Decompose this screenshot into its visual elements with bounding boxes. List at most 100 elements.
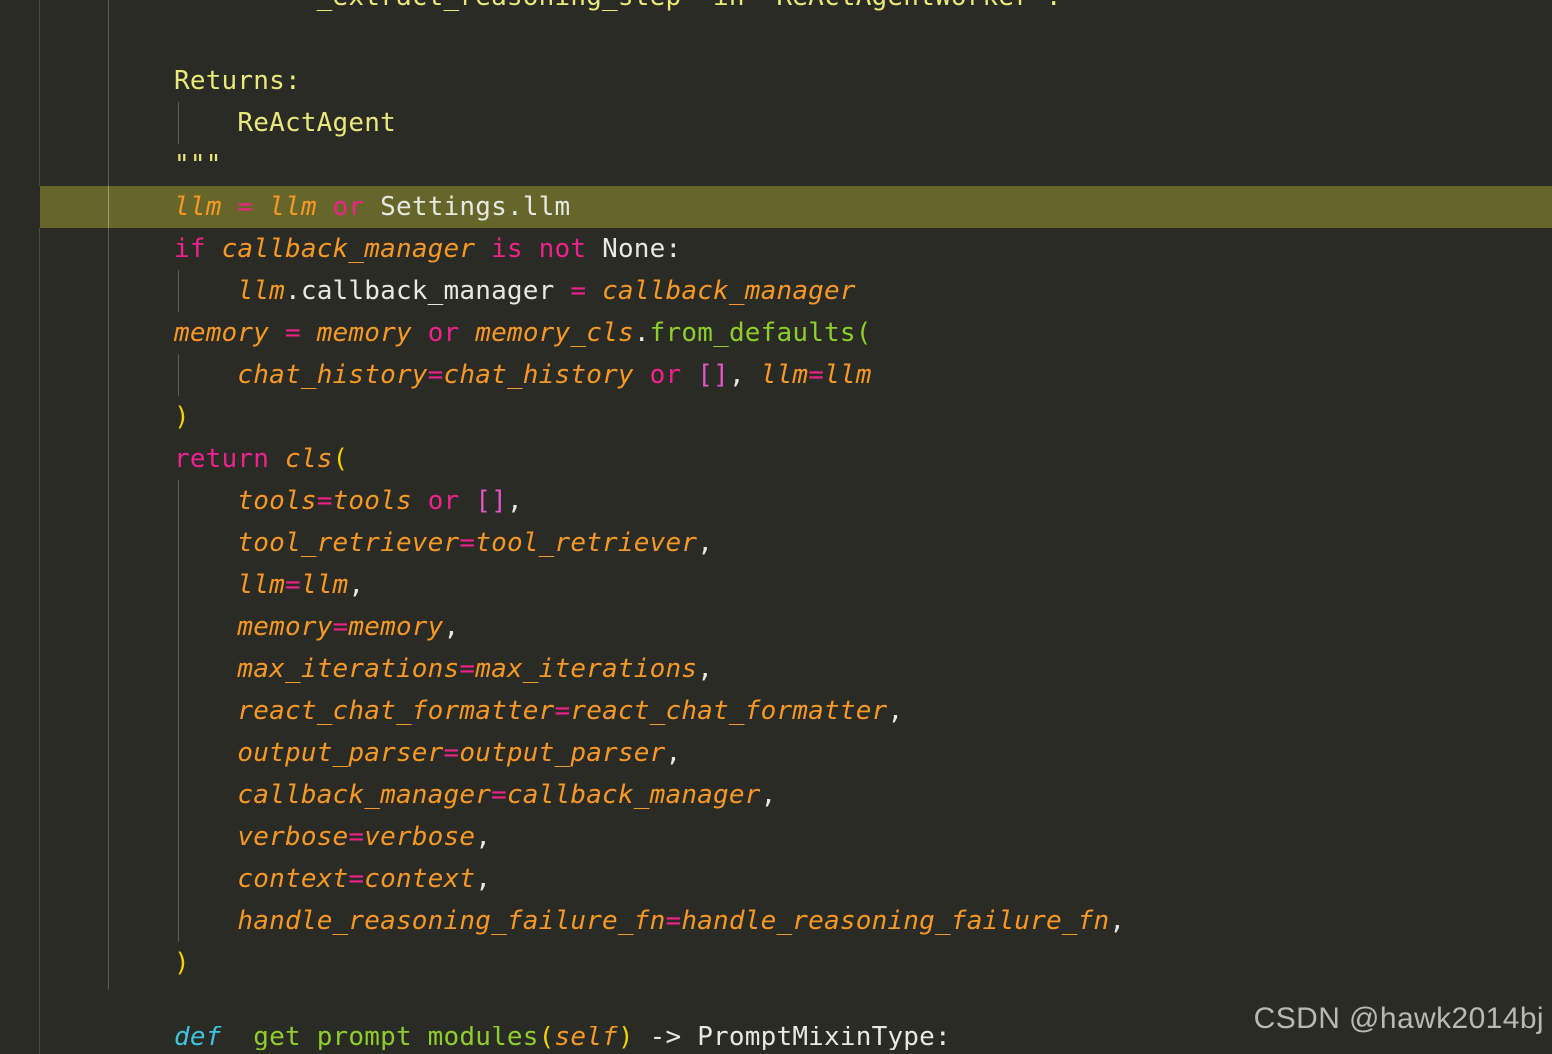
- code-line[interactable]: `_extract_reasoning_step` in `ReActAgent…: [0, 0, 1552, 18]
- code-token-kw: or: [332, 192, 365, 222]
- code-token-pun: [269, 318, 285, 348]
- code-token-pun: [174, 654, 237, 684]
- code-token-pun: [253, 192, 269, 222]
- watermark-text: CSDN @hawk2014bj: [1253, 1002, 1544, 1035]
- code-token-kw: or: [649, 360, 682, 390]
- code-token-eq: =: [491, 780, 507, 810]
- code-line[interactable]: """: [0, 144, 1552, 186]
- code-line[interactable]: callback_manager=callback_manager,: [0, 774, 1552, 816]
- code-token-pun: [459, 318, 475, 348]
- code-token-var: llm: [237, 276, 285, 306]
- code-line[interactable]: ): [0, 396, 1552, 438]
- code-token-fn: (: [855, 318, 872, 348]
- code-token-kw: not: [538, 234, 587, 264]
- code-line[interactable]: tool_retriever=tool_retriever,: [0, 522, 1552, 564]
- code-token-pun: [269, 444, 285, 474]
- code-line[interactable]: memory=memory,: [0, 606, 1552, 648]
- code-line[interactable]: ): [0, 942, 1552, 984]
- code-line-text: ): [174, 396, 190, 438]
- code-token-pun: [222, 192, 238, 222]
- code-line[interactable]: verbose=verbose,: [0, 816, 1552, 858]
- code-token-var: chat_history: [443, 360, 634, 390]
- code-token-var: llm: [300, 570, 349, 600]
- code-token-var: self: [554, 1026, 618, 1050]
- code-line[interactable]: llm=llm,: [0, 564, 1552, 606]
- code-line-text: llm=llm,: [174, 564, 364, 606]
- code-token-par: ): [617, 1026, 634, 1050]
- code-line[interactable]: handle_reasoning_failure_fn=handle_reaso…: [0, 900, 1552, 942]
- code-token-pun: ,: [665, 738, 682, 768]
- code-token-var: tools: [237, 486, 317, 516]
- code-token-eq: =: [665, 906, 682, 936]
- code-line-text: ReActAgent: [174, 102, 396, 144]
- code-token-var: callback_manager: [602, 276, 856, 306]
- code-token-attr: .callback_manager: [284, 276, 555, 306]
- code-line[interactable]: tools=tools or [],: [0, 480, 1552, 522]
- code-token-var: max_iterations: [237, 654, 460, 684]
- code-token-eq: =: [570, 276, 587, 306]
- code-token-doc: `_extract_reasoning_step` in `ReActAgent…: [174, 0, 1062, 12]
- code-token-pun: [459, 486, 475, 516]
- code-token-var: max_iterations: [475, 654, 698, 684]
- code-line-active[interactable]: llm = llm or Settings.llm: [0, 186, 1552, 228]
- code-token-var: llm: [174, 192, 222, 222]
- code-line[interactable]: max_iterations=max_iterations,: [0, 648, 1552, 690]
- code-token-brk: []: [475, 486, 507, 516]
- code-token-pun: ->: [633, 1026, 698, 1050]
- code-line-text: `_extract_reasoning_step` in `ReActAgent…: [174, 0, 1062, 18]
- code-line[interactable]: chat_history=chat_history or [], llm=llm: [0, 354, 1552, 396]
- code-token-var: callback_manager: [237, 780, 492, 810]
- code-token-par: ): [174, 948, 190, 978]
- code-line[interactable]: return cls(: [0, 438, 1552, 480]
- code-line[interactable]: Returns:: [0, 60, 1552, 102]
- code-token-var: memory: [174, 318, 270, 348]
- code-line[interactable]: react_chat_formatter=react_chat_formatte…: [0, 690, 1552, 732]
- code-token-var: tool_retriever: [237, 528, 460, 558]
- code-line-text: llm = llm or Settings.llm: [174, 186, 570, 228]
- code-line[interactable]: llm.callback_manager = callback_manager: [0, 270, 1552, 312]
- code-token-pun: ,: [887, 696, 904, 726]
- code-token-pun: [174, 822, 237, 852]
- code-token-def: def: [174, 1026, 222, 1050]
- code-token-eq: =: [554, 696, 571, 726]
- code-token-pun: [174, 486, 237, 516]
- code-token-pun: [412, 318, 428, 348]
- code-line[interactable]: output_parser=output_parser,: [0, 732, 1552, 774]
- code-token-pun: [174, 738, 237, 768]
- code-editor[interactable]: `_extract_reasoning_step` in `ReActAgent…: [0, 0, 1552, 1054]
- code-token-pun: [475, 234, 491, 264]
- code-token-eq: =: [348, 864, 365, 894]
- code-token-pun: [523, 234, 539, 264]
- code-line[interactable]: [0, 18, 1552, 60]
- code-token-pun: [206, 234, 222, 264]
- code-line-text: Returns:: [174, 60, 301, 102]
- code-token-eq: =: [284, 570, 301, 600]
- code-line[interactable]: ReActAgent: [0, 102, 1552, 144]
- code-token-doc: """: [174, 150, 222, 180]
- code-token-kw: return: [174, 444, 270, 474]
- code-token-var: memory: [348, 612, 444, 642]
- code-line[interactable]: if callback_manager is not None:: [0, 228, 1552, 270]
- code-line[interactable]: context=context,: [0, 858, 1552, 900]
- code-token-eq: =: [808, 360, 825, 390]
- code-line-text: handle_reasoning_failure_fn=handle_reaso…: [174, 900, 1125, 942]
- code-token-fn: _get_prompt_modules: [237, 1026, 539, 1050]
- code-surface[interactable]: `_extract_reasoning_step` in `ReActAgent…: [0, 0, 1552, 1054]
- code-line[interactable]: memory = memory or memory_cls.from_defau…: [0, 312, 1552, 354]
- code-token-eq: =: [348, 822, 365, 852]
- code-token-doc: Returns:: [174, 66, 301, 96]
- code-token-eq: =: [316, 486, 333, 516]
- code-token-pun: [681, 360, 697, 390]
- code-token-fn: from_defaults: [649, 318, 856, 348]
- code-token-var: react_chat_formatter: [570, 696, 888, 726]
- code-token-eq: =: [443, 738, 460, 768]
- code-token-pun: [364, 192, 380, 222]
- code-token-var: llm: [237, 570, 285, 600]
- code-token-var: tool_retriever: [475, 528, 698, 558]
- code-token-pun: [586, 234, 602, 264]
- code-line-text: if callback_manager is not None:: [174, 228, 681, 270]
- code-token-var: tools: [332, 486, 412, 516]
- code-token-var: verbose: [237, 822, 349, 852]
- code-token-var: memory: [237, 612, 333, 642]
- code-token-pun: [174, 360, 237, 390]
